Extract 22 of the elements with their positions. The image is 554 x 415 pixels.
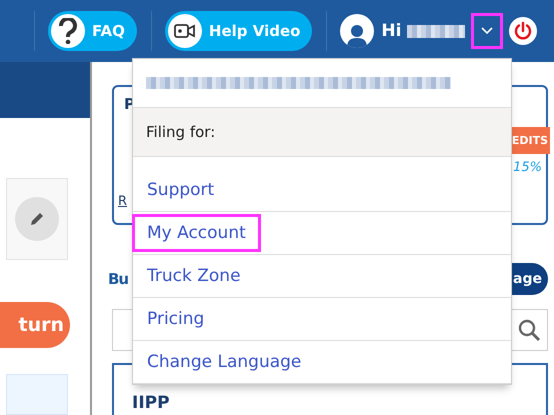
pencil-icon: [28, 210, 46, 228]
edit-pencil-button[interactable]: [15, 197, 59, 241]
menu-item[interactable]: Support: [132, 171, 230, 209]
menu-item[interactable]: My Account: [132, 214, 261, 252]
user-avatar-icon: [340, 14, 374, 48]
redacted-username: [407, 24, 466, 38]
question-icon: [51, 14, 85, 48]
menu-item[interactable]: Truck Zone: [132, 257, 256, 295]
filing-for-label: Filing for:: [133, 108, 511, 157]
menu-item[interactable]: Change Language: [132, 343, 316, 381]
video-camera-icon: [168, 14, 202, 48]
card-link[interactable]: R: [118, 194, 128, 209]
chevron-down-icon: [481, 27, 494, 35]
info-panel: [6, 374, 68, 415]
menu-toggle-button[interactable]: [471, 13, 504, 49]
power-icon: [513, 21, 534, 41]
business-code: IIPP: [132, 393, 170, 413]
section-title: Bu: [108, 270, 128, 288]
search-icon: [517, 318, 541, 342]
greeting: Hi: [381, 21, 402, 41]
discount-percent: 15%: [513, 160, 542, 175]
menu-item[interactable]: Pricing: [132, 300, 220, 338]
